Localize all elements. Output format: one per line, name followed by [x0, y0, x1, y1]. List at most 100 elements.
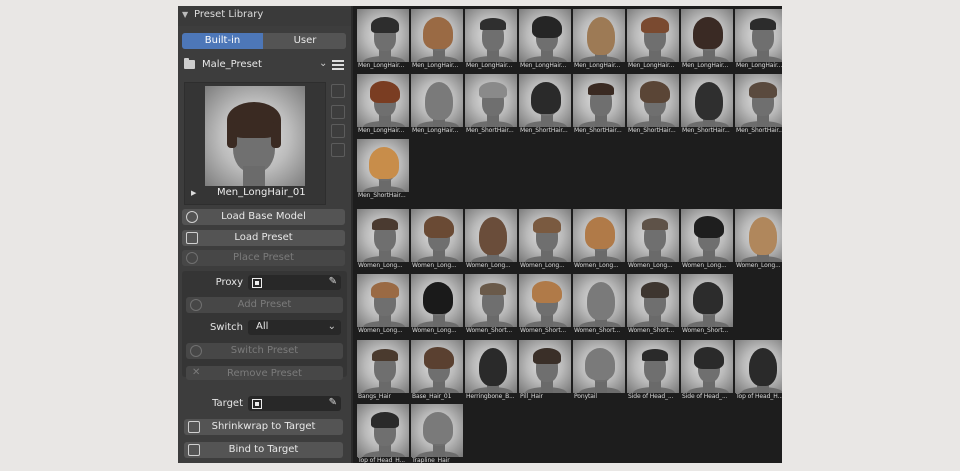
preset-thumbnail[interactable]: Men_ShortHair... [681, 74, 733, 136]
bind-to-target-button[interactable]: Bind to Target [184, 442, 343, 458]
preset-thumbnail-label: Women_Long... [682, 262, 727, 269]
preset-thumbnail[interactable]: Men_ShortHair... [735, 74, 782, 136]
chevron-down-icon[interactable]: ⌄ [319, 58, 327, 69]
preset-thumbnail[interactable]: Women_Long... [681, 209, 733, 271]
switch-dropdown[interactable]: All ⌄ [248, 320, 341, 335]
preset-thumbnail[interactable]: Men_LongHair... [627, 9, 679, 71]
preset-thumbnail[interactable]: Women_Long... [357, 274, 409, 336]
preset-thumbnail[interactable]: Top of Head_H... [357, 404, 409, 463]
play-icon[interactable]: ▶ [191, 189, 196, 197]
preset-thumbnail[interactable]: Women_Short... [681, 274, 733, 336]
preset-thumbnail-image [519, 274, 571, 327]
hair-shape [423, 282, 453, 314]
preset-thumbnail-label: Men_ShortHair... [358, 192, 406, 199]
preset-preview-image[interactable] [205, 86, 305, 186]
preset-thumbnail[interactable]: Women_Long... [735, 209, 782, 271]
preset-thumbnail-image [573, 74, 625, 127]
load-base-model-button[interactable]: Load Base Model [182, 209, 345, 225]
preset-thumbnail-label: Women_Short... [574, 327, 621, 334]
preset-thumbnail-image [627, 340, 679, 393]
hair-shape [423, 17, 453, 49]
preset-thumbnail-image [357, 404, 409, 457]
add-preset-button[interactable]: Add Preset [186, 297, 343, 313]
preset-thumbnail[interactable]: Men_ShortHair... [357, 139, 409, 201]
preset-thumbnail[interactable]: Men_LongHair... [735, 9, 782, 71]
preset-thumbnail[interactable]: Women_Short... [465, 274, 517, 336]
preset-thumbnail-image [573, 274, 625, 327]
hair-shape [424, 216, 454, 238]
preset-thumbnail[interactable]: Women_Long... [465, 209, 517, 271]
preset-thumbnail[interactable]: Women_Short... [519, 274, 571, 336]
image-icon[interactable] [331, 105, 345, 119]
source-toggle: Built-in User [182, 33, 346, 49]
preset-thumbnail-label: Women_Short... [520, 327, 567, 334]
tab-user[interactable]: User [264, 33, 346, 49]
hair-shape [642, 218, 668, 230]
preset-thumbnail[interactable]: Men_LongHair... [411, 74, 463, 136]
preset-thumbnail[interactable]: Women_Long... [519, 209, 571, 271]
preset-thumbnail[interactable]: Men_ShortHair... [627, 74, 679, 136]
preset-thumbnail[interactable]: Trapline_Hair [411, 404, 463, 463]
menu-icon[interactable] [332, 60, 344, 71]
preset-thumbnail[interactable]: Men_LongHair... [357, 9, 409, 71]
preset-thumbnail[interactable]: Side of Head_... [681, 340, 733, 402]
load-preset-button[interactable]: Load Preset [182, 230, 345, 246]
preset-category-selector[interactable]: Male_Preset ⌄ [182, 57, 347, 74]
preset-thumbnail[interactable]: Women_Long... [573, 209, 625, 271]
add-icon[interactable] [331, 84, 345, 98]
preset-preview[interactable]: ▶ Men_LongHair_01 [184, 82, 326, 205]
preset-thumbnail[interactable]: Side of Head_... [627, 340, 679, 402]
preset-thumbnail[interactable]: Women_Long... [411, 209, 463, 271]
preset-thumbnail-image [465, 274, 517, 327]
preset-thumbnail-label: Men_LongHair... [412, 127, 459, 134]
preset-thumbnail[interactable]: Women_Long... [411, 274, 463, 336]
trash-icon[interactable] [331, 143, 345, 157]
preset-thumbnail[interactable]: Women_Short... [573, 274, 625, 336]
preset-thumbnail[interactable]: Men_LongHair... [519, 9, 571, 71]
eyedropper-icon[interactable]: ✎ [329, 397, 337, 408]
hair-shape [370, 81, 400, 103]
preset-thumbnail[interactable]: Men_LongHair... [465, 9, 517, 71]
proxy-field[interactable]: ✎ [248, 275, 341, 290]
preset-thumbnail-label: Men_ShortHair... [520, 127, 568, 134]
hair-shape [585, 217, 615, 249]
preset-thumbnail[interactable]: Women_Long... [627, 209, 679, 271]
tab-built-in[interactable]: Built-in [182, 33, 263, 49]
preset-thumbnail[interactable]: Men_ShortHair... [519, 74, 571, 136]
preset-thumbnail-label: Women_Long... [628, 262, 673, 269]
preset-thumbnail[interactable]: Herringbone_B... [465, 340, 517, 402]
preset-thumbnail[interactable]: Women_Long... [357, 209, 409, 271]
preset-thumbnail-image [519, 74, 571, 127]
edit-icon[interactable] [331, 124, 345, 138]
preset-thumbnail[interactable]: Men_LongHair... [681, 9, 733, 71]
eyedropper-icon[interactable]: ✎ [329, 276, 337, 287]
neck-shape [243, 166, 265, 186]
preset-thumbnail[interactable]: Base_Hair_01 [411, 340, 463, 402]
place-preset-button[interactable]: Place Preset [182, 250, 345, 266]
preset-thumbnail-label: Bangs_Hair [358, 393, 391, 400]
preset-thumbnail[interactable]: Bangs_Hair [357, 340, 409, 402]
target-field[interactable]: ✎ [248, 396, 341, 411]
preset-thumbnail[interactable]: Women_Short... [627, 274, 679, 336]
switch-preset-button[interactable]: Switch Preset [186, 343, 343, 359]
preset-thumbnail[interactable]: Men_LongHair... [573, 9, 625, 71]
preset-thumbnail[interactable]: Men_ShortHair... [465, 74, 517, 136]
remove-preset-button[interactable]: ✕ Remove Preset [186, 366, 343, 380]
preset-thumbnail[interactable]: Men_ShortHair... [573, 74, 625, 136]
preset-thumbnail-image [681, 209, 733, 262]
hair-shape [479, 348, 507, 386]
hair-shape [641, 17, 669, 33]
hair-shape [532, 281, 562, 303]
preset-thumbnail[interactable]: Ponytail [573, 340, 625, 402]
hair-shape [640, 81, 670, 103]
preset-thumbnail[interactable]: Pill_Hair [519, 340, 571, 402]
preset-thumbnail-label: Women_Short... [466, 327, 513, 334]
panel-header[interactable]: ▼ Preset Library [178, 6, 351, 26]
hair-shape [533, 348, 561, 364]
shrinkwrap-to-target-button[interactable]: Shrinkwrap to Target [184, 419, 343, 435]
collapse-chevron-icon[interactable]: ▼ [182, 10, 188, 19]
preset-thumbnail[interactable]: Men_LongHair... [411, 9, 463, 71]
preset-thumbnail[interactable]: Top of Head_H... [735, 340, 782, 402]
preset-thumbnail-label: Base_Hair_01 [412, 393, 452, 400]
preset-thumbnail[interactable]: Men_LongHair... [357, 74, 409, 136]
